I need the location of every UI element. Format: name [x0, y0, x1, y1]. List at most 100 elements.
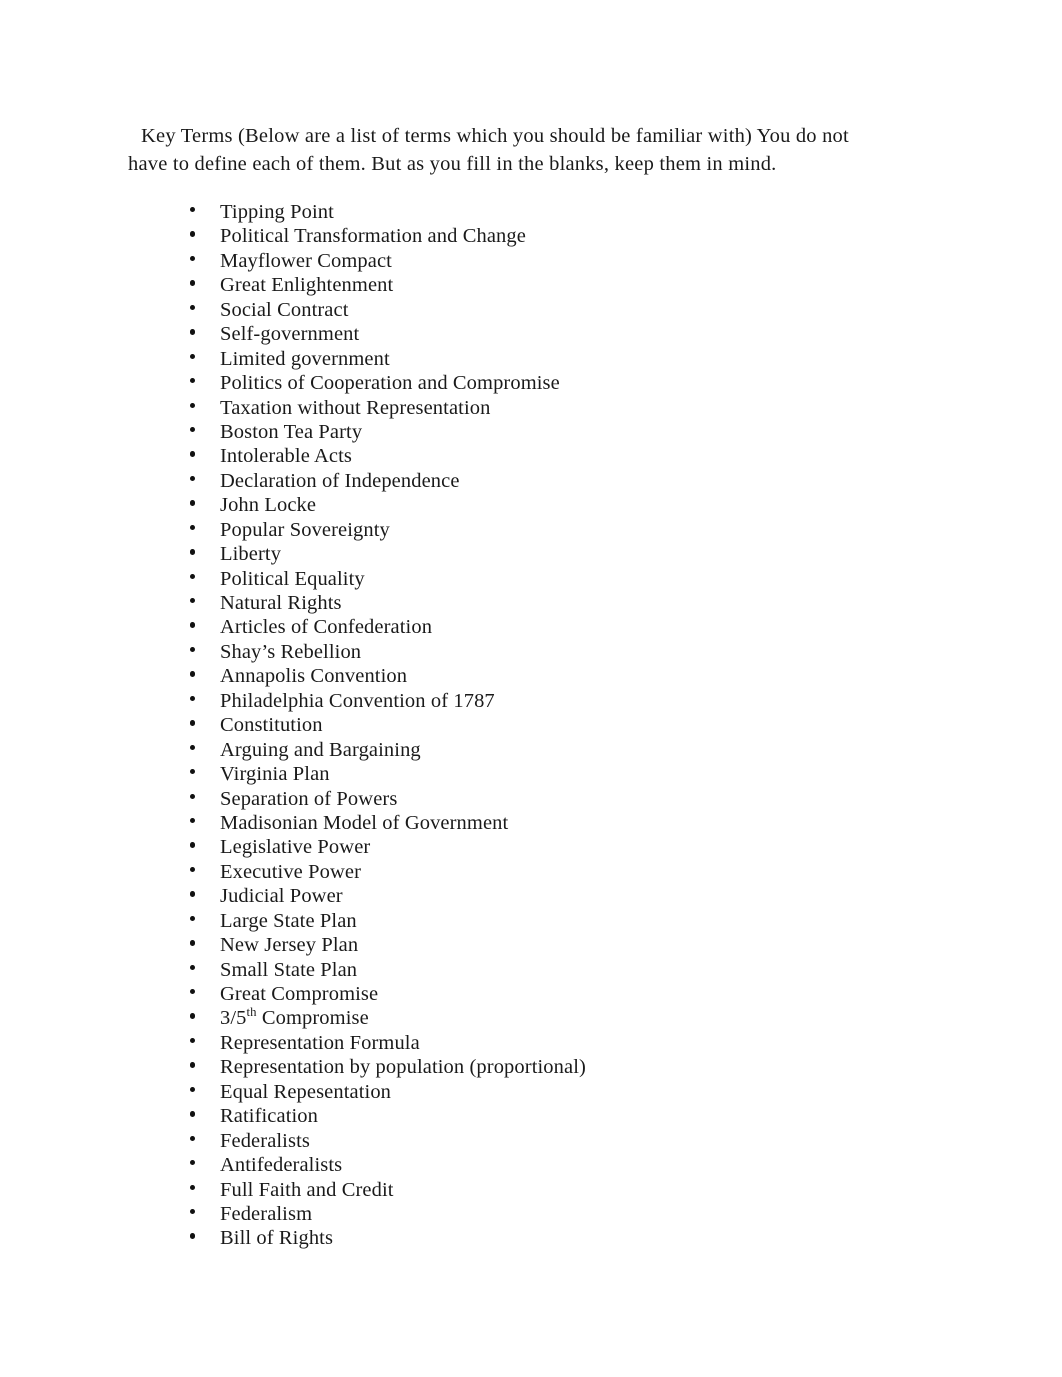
list-item: Representation Formula [190, 1031, 890, 1055]
bullet-dot-icon [190, 1160, 196, 1166]
list-item: Small State Plan [190, 958, 890, 982]
list-item-label: Executive Power [220, 860, 362, 883]
list-item: Political Transformation and Change [190, 224, 890, 248]
bullet-dot-icon [190, 255, 196, 262]
list-item-label: Judicial Power [220, 885, 343, 908]
bullet-dot-icon [190, 842, 196, 848]
bullet-dot-icon [190, 1013, 196, 1019]
bullet-dot-icon [190, 207, 196, 213]
bullet-dot-icon [190, 769, 196, 775]
list-item: Large State Plan [190, 909, 890, 933]
list-item: Arguing and Bargaining [190, 738, 890, 762]
list-item: Politics of Cooperation and Compromise [190, 371, 890, 395]
list-item: Tipping Point [190, 200, 890, 224]
list-item: Great Compromise [190, 982, 890, 1006]
list-item-label: Great Enlightenment [220, 274, 394, 297]
list-item-label: Federalists [220, 1129, 310, 1152]
bullet-dot-icon [190, 1037, 196, 1044]
list-item-label: Intolerable Acts [220, 445, 352, 468]
bullet-dot-icon [190, 793, 196, 799]
list-item-label: Natural Rights [220, 592, 342, 614]
bullet-dot-icon [190, 891, 196, 897]
list-item: Antifederalists [190, 1153, 890, 1177]
list-item-label: Political Transformation and Change [220, 225, 526, 248]
bullet-dot-icon [190, 475, 196, 482]
list-item-label: Federalism [220, 1202, 313, 1225]
list-item-label: Shay’s Rebellion [220, 640, 362, 663]
bullet-dot-icon [190, 378, 196, 384]
bullet-dot-icon [190, 671, 196, 677]
list-item: Liberty [190, 542, 890, 566]
list-item: Limited government [190, 347, 890, 371]
bullet-dot-icon [190, 1111, 196, 1117]
list-item-label: 3/5th Compromise [220, 1005, 369, 1030]
list-item-label: Arguing and Bargaining [220, 738, 421, 761]
list-item: Ratification [190, 1104, 890, 1128]
list-item: Representation by population (proportion… [190, 1055, 890, 1079]
list-item-label: Madisonian Model of Government [220, 811, 509, 834]
list-item-label: Mayflower Compact [220, 249, 392, 272]
bullet-dot-icon [190, 524, 196, 531]
bullet-dot-icon [190, 329, 196, 335]
list-item: Virginia Plan [190, 762, 890, 786]
list-item: Natural Rights [190, 591, 890, 615]
bullet-dot-icon [190, 231, 196, 237]
list-item: Social Contract [190, 298, 890, 322]
bullet-dot-icon [190, 646, 196, 653]
bullet-dot-icon [190, 744, 196, 751]
list-item-label: Representation by population (proportion… [220, 1056, 586, 1079]
list-item: Madisonian Model of Government [190, 811, 890, 835]
list-item-label: Bill of Rights [220, 1227, 334, 1250]
bullet-dot-icon [190, 353, 196, 360]
list-item-label: Popular Sovereignty [220, 518, 390, 541]
list-item-label: Boston Tea Party [220, 420, 363, 443]
list-item-label: Philadelphia Convention of 1787 [220, 689, 495, 712]
list-item: Constitution [190, 713, 890, 737]
bullet-dot-icon [190, 622, 196, 628]
bullet-dot-icon [190, 426, 196, 433]
bullet-dot-icon [190, 280, 196, 286]
list-item-label: Liberty [220, 543, 282, 566]
list-item: Federalism [190, 1202, 890, 1226]
document-page: Key Terms (Below are a list of terms whi… [0, 0, 1062, 1377]
bullet-dot-icon [190, 402, 196, 408]
list-item: Taxation without Representation [190, 396, 890, 420]
list-item: Federalists [190, 1129, 890, 1153]
bullet-dot-icon [190, 964, 196, 970]
list-item: Mayflower Compact [190, 249, 890, 273]
list-item: Great Enlightenment [190, 273, 890, 297]
list-item-label: Self-government [220, 323, 360, 346]
list-item: Self-government [190, 322, 890, 346]
list-item-label: Tipping Point [220, 201, 334, 223]
list-item-label: Virginia Plan [220, 763, 330, 786]
bullet-dot-icon [190, 500, 196, 506]
list-item-label: Constitution [220, 714, 323, 737]
bullet-dot-icon [190, 1208, 196, 1215]
list-item: Boston Tea Party [190, 420, 890, 444]
list-item-label: Full Faith and Credit [220, 1178, 394, 1201]
list-item-label: John Locke [220, 494, 317, 517]
list-item-label: Articles of Confederation [220, 616, 433, 639]
bullet-dot-icon [190, 1233, 196, 1239]
list-item-label: Declaration of Independence [220, 469, 460, 492]
bullet-dot-icon [190, 1184, 196, 1190]
bullet-dot-icon [190, 866, 196, 873]
document-body: Key Terms (Below are a list of terms whi… [128, 122, 876, 1249]
list-item: Bill of Rights [190, 1226, 890, 1250]
list-item: Intolerable Acts [190, 444, 890, 468]
bullet-dot-icon [190, 1062, 196, 1068]
list-item-label: Representation Formula [220, 1031, 420, 1054]
list-item: Legislative Power [190, 835, 890, 859]
list-item-label: Limited government [220, 347, 390, 370]
list-item-label: Legislative Power [220, 836, 371, 859]
list-item: New Jersey Plan [190, 933, 890, 957]
intro-paragraph: Key Terms (Below are a list of terms whi… [128, 125, 849, 175]
list-item: Annapolis Convention [190, 664, 890, 688]
list-item-label: Great Compromise [220, 983, 379, 1005]
list-item-label: Small State Plan [220, 958, 358, 981]
list-item: Popular Sovereignty [190, 518, 890, 542]
list-item: Full Faith and Credit [190, 1178, 890, 1202]
bullet-dot-icon [190, 989, 196, 995]
list-item: Articles of Confederation [190, 615, 890, 639]
bullet-dot-icon [190, 695, 196, 702]
